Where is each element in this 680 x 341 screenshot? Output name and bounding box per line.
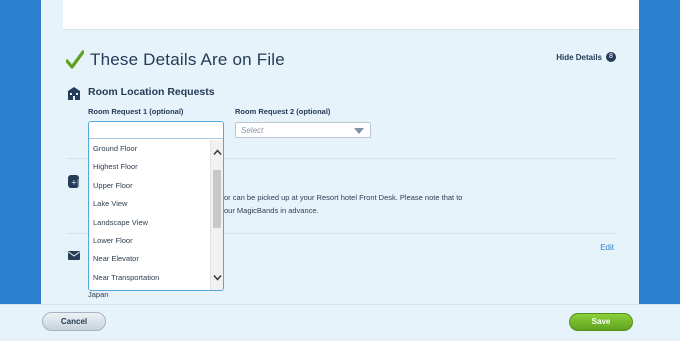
hide-details-link[interactable]: Hide Details 8 [556,52,616,62]
room-request-1-input[interactable] [89,122,223,139]
edit-address-link[interactable]: Edit [600,243,614,252]
dropdown-option[interactable]: Ground Floor [89,140,210,158]
room-request-2-placeholder: Select [241,126,264,135]
details-heading: These Details Are on File [66,50,285,70]
room-request-1-dropdown[interactable]: Ground Floor Highest Floor Upper Floor L… [88,121,224,291]
room-request-2-select[interactable]: Select [235,122,371,138]
dropdown-options-list: Ground Floor Highest Floor Upper Floor L… [89,140,210,287]
envelope-icon [68,251,80,260]
hide-details-toggle-icon: 8 [606,52,616,62]
dropdown-option[interactable]: Upper Floor [89,177,210,195]
chevron-up-icon[interactable] [213,148,222,157]
room-location-title: Room Location Requests [88,86,215,98]
dropdown-option[interactable]: Near Transportation [89,269,210,287]
details-title: These Details Are on File [90,50,285,69]
hide-details-label: Hide Details [556,52,602,62]
dropdown-option[interactable]: Landscape View [89,214,210,232]
magicband-text-line-1: or can be picked up at your Resort hotel… [224,193,463,202]
magicband-icon: +| [68,175,79,188]
check-icon [66,50,84,69]
room-request-1-label: Room Request 1 (optional) [88,107,184,116]
chevron-down-icon[interactable] [213,273,222,282]
dropdown-option[interactable]: Highest Floor [89,158,210,176]
dropdown-option[interactable]: Near Elevator [89,250,210,268]
address-country: Japan [88,290,109,299]
caret-down-icon [354,128,364,134]
panel-top-section [63,0,639,30]
dropdown-option[interactable]: Lake View [89,195,210,213]
svg-text:+|: +| [71,179,79,187]
cancel-button[interactable]: Cancel [42,312,106,331]
magicband-text-line-2: our MagicBands in advance. [224,206,319,215]
building-icon [68,87,80,100]
room-request-2-label: Room Request 2 (optional) [235,107,331,116]
save-button[interactable]: Save [569,313,633,331]
scrollbar-thumb[interactable] [213,170,221,228]
dropdown-scrollbar[interactable] [210,140,223,290]
dropdown-option[interactable]: Lower Floor [89,232,210,250]
